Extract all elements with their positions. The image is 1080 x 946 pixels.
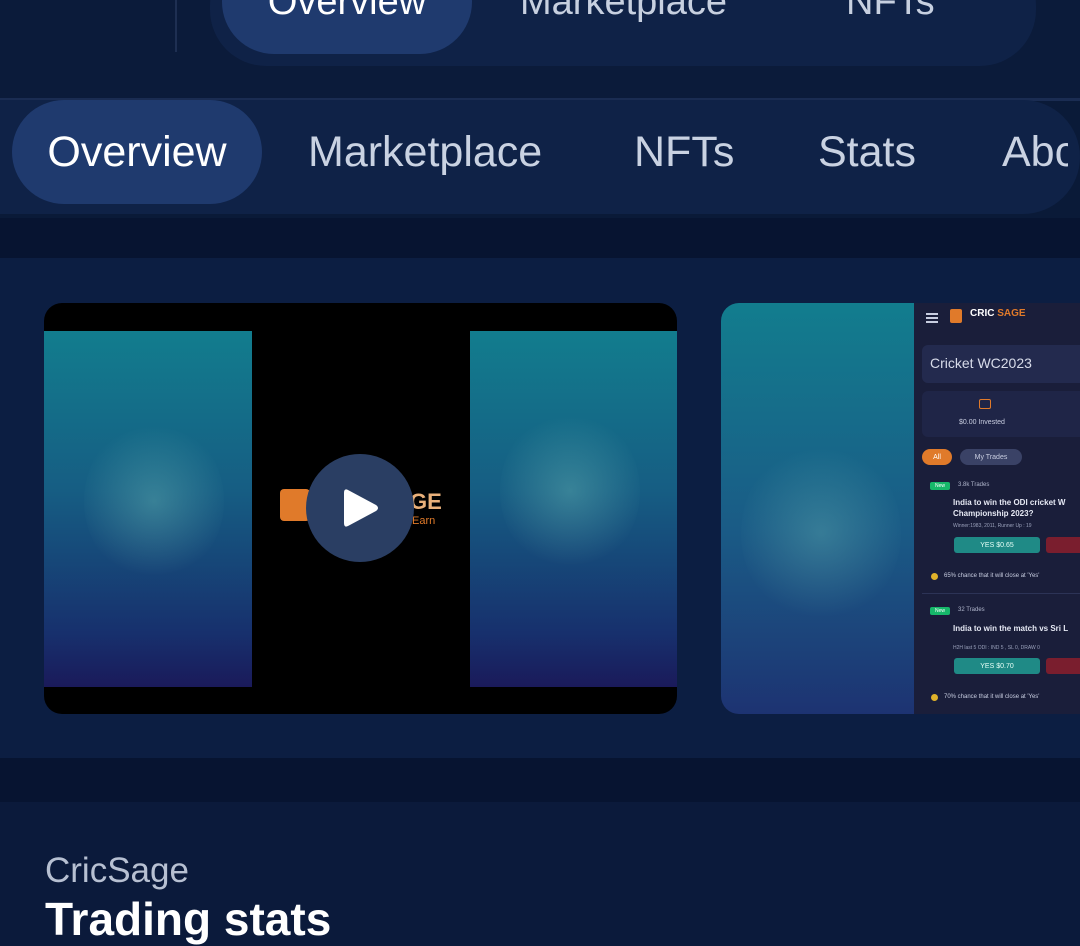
- event-title: Cricket WC2023: [930, 355, 1032, 371]
- trade-count: 32 Trades: [958, 607, 985, 613]
- event-title-box: Cricket WC2023: [922, 345, 1080, 383]
- bulb-icon: [931, 573, 938, 580]
- market-question: India to win the ODI cricket W: [953, 498, 1066, 507]
- trade-count: 3.8k Trades: [958, 482, 990, 488]
- map-glow: [741, 443, 901, 623]
- tab-stats[interactable]: Stats: [818, 100, 916, 204]
- video-frame-right: [470, 331, 677, 687]
- screen: Overview Marketplace NFTs Overview Marke…: [0, 0, 1080, 946]
- new-tag: New: [930, 482, 950, 490]
- top-nav-divider: [175, 0, 177, 52]
- brand-logo-icon: [950, 309, 962, 323]
- tab-bar: Overview Marketplace NFTs Stats Abc: [0, 100, 1080, 218]
- yes-button: YES $0.70: [954, 658, 1040, 674]
- wallet-icon: [979, 399, 991, 409]
- section-brand: CricSage: [45, 851, 189, 890]
- brand-sage: SAGE: [997, 308, 1026, 319]
- invested-amount: $0.00 Invested: [959, 419, 1005, 426]
- no-button: [1046, 537, 1080, 553]
- section-title: Trading stats: [45, 893, 332, 945]
- top-tab-nfts[interactable]: NFTs: [846, 0, 935, 54]
- tab-about[interactable]: Abc: [1002, 100, 1068, 204]
- top-tab-marketplace[interactable]: Marketplace: [520, 0, 727, 54]
- tab-nfts[interactable]: NFTs: [634, 100, 734, 204]
- section-gap: [0, 218, 1080, 258]
- market-question: India to win the match vs Sri L: [953, 624, 1069, 633]
- play-button[interactable]: [306, 454, 414, 562]
- app-screenshot-card[interactable]: CRIC SAGE Cricket WC2023 $0.00 Invested …: [721, 303, 1080, 714]
- bulb-icon: [931, 694, 938, 701]
- filter-all: All: [922, 449, 952, 465]
- card-divider: [922, 593, 1080, 594]
- top-tab-overview[interactable]: Overview: [222, 0, 472, 54]
- video-logo-text: GE: [410, 489, 442, 514]
- menu-icon: [926, 313, 938, 323]
- no-button: [1046, 658, 1080, 674]
- play-icon: [344, 489, 378, 527]
- market-meta: Winner:1983, 2011, Runner Up : 19: [953, 523, 1032, 529]
- tab-overview[interactable]: Overview: [12, 100, 262, 204]
- brand-name: CRIC SAGE: [970, 308, 1026, 319]
- tab-marketplace[interactable]: Marketplace: [308, 100, 542, 204]
- video-card[interactable]: GE Earn: [44, 303, 677, 714]
- market-meta: H2H last 5 ODI : IND 5 , SL 0, DRAW 0: [953, 645, 1040, 651]
- chance-text: 65% chance that it will close at 'Yes': [944, 573, 1040, 579]
- invested-box: $0.00 Invested: [922, 391, 1080, 437]
- video-logo-subtext: Earn: [412, 515, 436, 527]
- brand-cric: CRIC: [970, 308, 995, 319]
- yes-button: YES $0.65: [954, 537, 1040, 553]
- market-question-cont: Championship 2023?: [953, 509, 1034, 518]
- section-gap: [0, 758, 1080, 802]
- video-frame-left: [44, 331, 252, 687]
- new-tag: New: [930, 607, 950, 615]
- app-panel: CRIC SAGE Cricket WC2023 $0.00 Invested …: [914, 303, 1080, 714]
- filter-my-trades: My Trades: [960, 449, 1022, 465]
- chance-text: 70% chance that it will close at 'Yes': [944, 694, 1040, 700]
